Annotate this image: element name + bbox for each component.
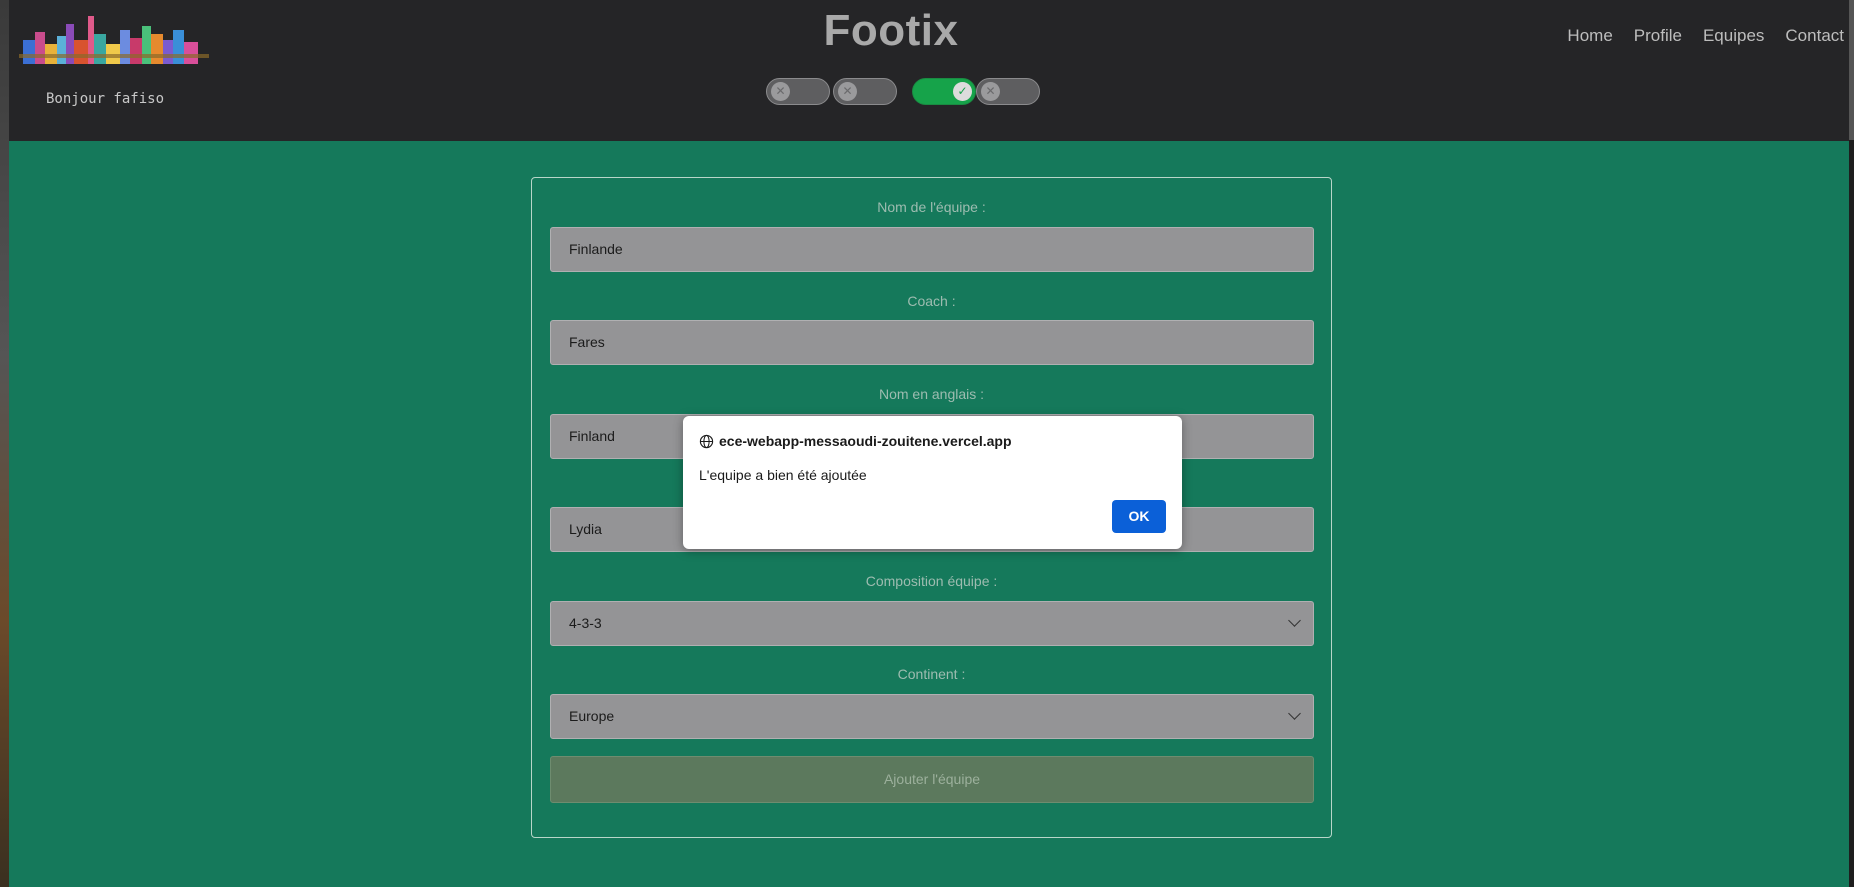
continent-select[interactable]: Europe bbox=[550, 694, 1314, 739]
toggle-1[interactable]: ✕ bbox=[766, 78, 830, 105]
toggle-3[interactable]: ✓ bbox=[912, 78, 976, 105]
composition-label: Composition équipe : bbox=[865, 573, 998, 589]
dialog-title: ece-webapp-messaoudi-zouitene.vercel.app bbox=[699, 433, 1012, 449]
english-name-label: Nom en anglais : bbox=[878, 386, 985, 402]
chevron-down-icon bbox=[1288, 614, 1301, 627]
nav-equipes[interactable]: Equipes bbox=[1703, 26, 1764, 46]
alert-dialog: ece-webapp-messaoudi-zouitene.vercel.app… bbox=[683, 416, 1182, 549]
composition-select[interactable]: 4-3-3 bbox=[550, 601, 1314, 646]
team-name-label: Nom de l'équipe : bbox=[877, 199, 986, 215]
desktop-edge bbox=[0, 0, 9, 887]
x-icon: ✕ bbox=[771, 82, 790, 101]
coach-input[interactable]: Fares bbox=[550, 320, 1314, 365]
coach-label: Coach : bbox=[907, 293, 956, 309]
main-nav: Home Profile Equipes Contact bbox=[1567, 26, 1844, 46]
x-icon: ✕ bbox=[838, 82, 857, 101]
dialog-message: L'equipe a bien été ajoutée bbox=[699, 467, 867, 483]
dialog-origin: ece-webapp-messaoudi-zouitene.vercel.app bbox=[719, 433, 1012, 449]
site-title: Footix bbox=[823, 6, 959, 55]
nav-home[interactable]: Home bbox=[1567, 26, 1612, 46]
ok-button[interactable]: OK bbox=[1112, 500, 1166, 533]
team-name-input[interactable]: Finlande bbox=[550, 227, 1314, 272]
x-icon: ✕ bbox=[981, 82, 1000, 101]
scrollbar[interactable] bbox=[1849, 0, 1854, 887]
nav-profile[interactable]: Profile bbox=[1634, 26, 1682, 46]
toggle-2[interactable]: ✕ bbox=[833, 78, 897, 105]
toggle-4[interactable]: ✕ bbox=[976, 78, 1040, 105]
site-header: Bonjour fafiso Footix ✕ ✕ ✓ ✕ Home Profi… bbox=[9, 0, 1849, 141]
nav-contact[interactable]: Contact bbox=[1785, 26, 1844, 46]
composition-value: 4-3-3 bbox=[569, 615, 602, 631]
add-team-button[interactable]: Ajouter l'équipe bbox=[550, 756, 1314, 803]
globe-icon bbox=[699, 434, 714, 448]
check-icon: ✓ bbox=[953, 82, 972, 101]
continent-value: Europe bbox=[569, 708, 615, 724]
scrollbar-thumb[interactable] bbox=[1849, 0, 1854, 140]
greeting-text: Bonjour fafiso bbox=[46, 91, 165, 107]
continent-label: Continent : bbox=[897, 666, 966, 682]
chevron-down-icon bbox=[1288, 707, 1301, 720]
